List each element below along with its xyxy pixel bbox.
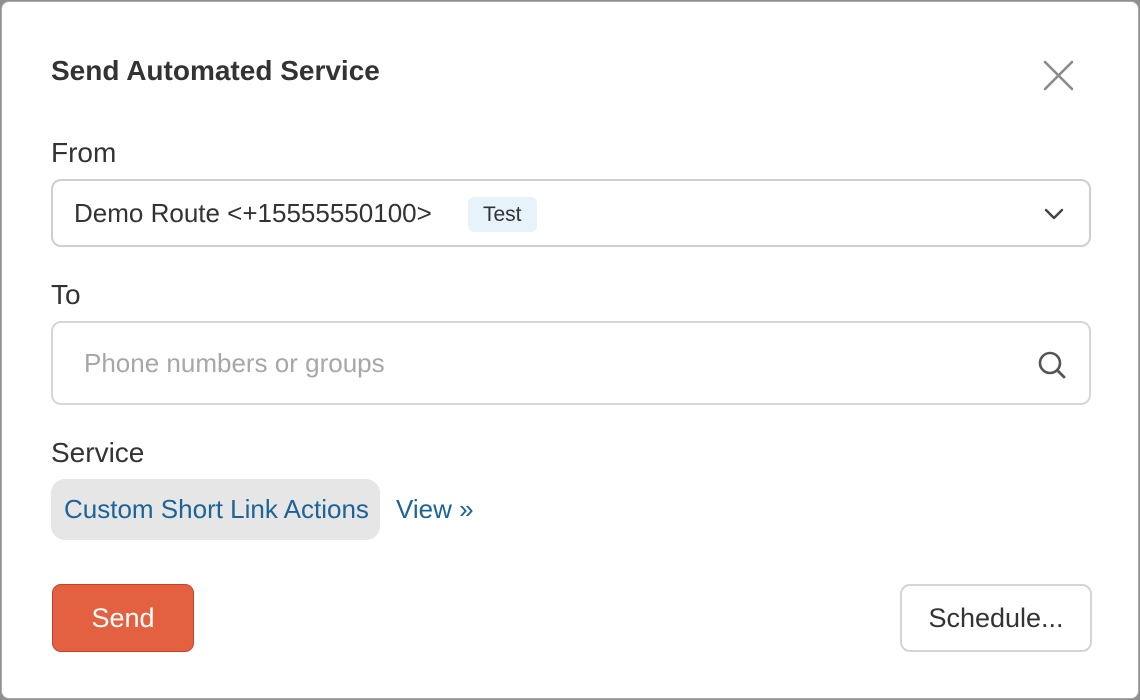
service-label: Service [51, 437, 145, 468]
schedule-button[interactable]: Schedule... [900, 584, 1092, 652]
close-icon [1043, 60, 1074, 91]
search-icon[interactable] [1037, 350, 1067, 380]
dialog-title: Send Automated Service [51, 55, 380, 86]
send-button[interactable]: Send [52, 584, 194, 652]
to-label: To [51, 279, 81, 310]
from-selected-value: Demo Route <+15555550100> [74, 198, 432, 228]
to-input[interactable] [67, 333, 1007, 393]
close-button[interactable] [1039, 57, 1077, 95]
test-badge: Test [468, 197, 537, 232]
send-automated-service-dialog: Send Automated Service From Demo Route <… [1, 1, 1139, 699]
to-field [51, 321, 1091, 405]
from-select[interactable]: Demo Route <+15555550100> Test [51, 179, 1091, 247]
service-chip[interactable]: Custom Short Link Actions [51, 479, 380, 540]
view-service-link[interactable]: View » [396, 493, 474, 525]
from-label: From [51, 137, 117, 168]
chevron-down-icon [1044, 208, 1064, 220]
